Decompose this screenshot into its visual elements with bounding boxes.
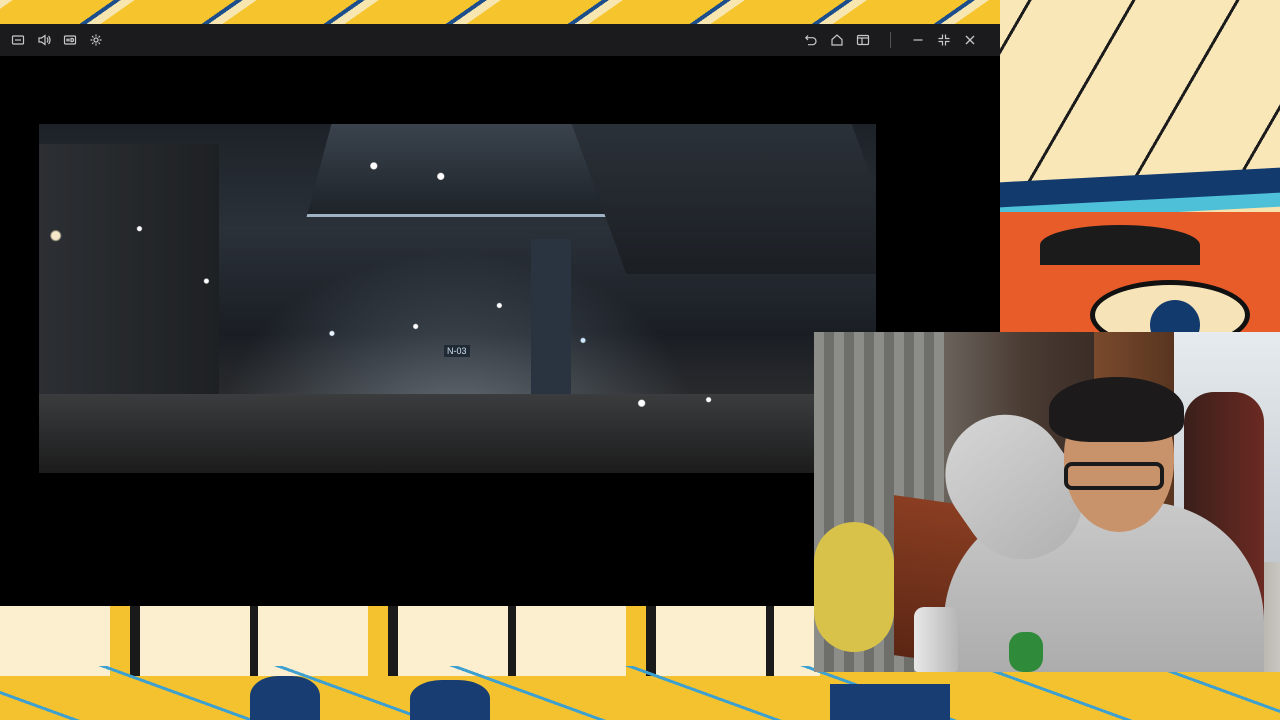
volume-icon xyxy=(38,34,51,46)
settings-gear-icon xyxy=(90,34,102,46)
comic-art-strip xyxy=(0,0,1000,24)
close-icon xyxy=(965,35,975,45)
toolbar-right xyxy=(798,27,1000,53)
comic-face-art xyxy=(1000,0,1280,332)
volume-button[interactable] xyxy=(31,27,57,53)
settings-button[interactable] xyxy=(83,27,109,53)
layout-button[interactable] xyxy=(850,27,876,53)
exit-fullscreen-button[interactable] xyxy=(931,27,957,53)
screenshot-icon xyxy=(11,35,25,45)
home-icon xyxy=(831,34,843,46)
hangar-sign: N-03 xyxy=(444,345,470,357)
home-button[interactable] xyxy=(824,27,850,53)
player-titlebar xyxy=(0,24,1000,56)
hd-icon xyxy=(63,35,77,45)
webcam-overlay xyxy=(814,332,1280,672)
video-frame[interactable]: N-03 xyxy=(39,124,876,473)
toolbar-divider xyxy=(890,32,891,48)
close-button[interactable] xyxy=(957,27,983,53)
quality-button[interactable] xyxy=(57,27,83,53)
back-arrow-icon xyxy=(804,35,817,46)
screenshot-button[interactable] xyxy=(5,27,31,53)
minimize-icon xyxy=(913,39,923,41)
toolbar-left xyxy=(0,27,109,53)
window-layout-icon xyxy=(856,34,870,46)
back-button[interactable] xyxy=(798,27,824,53)
microphone xyxy=(1009,632,1043,672)
minimize-button[interactable] xyxy=(905,27,931,53)
exit-fullscreen-icon xyxy=(938,34,950,46)
